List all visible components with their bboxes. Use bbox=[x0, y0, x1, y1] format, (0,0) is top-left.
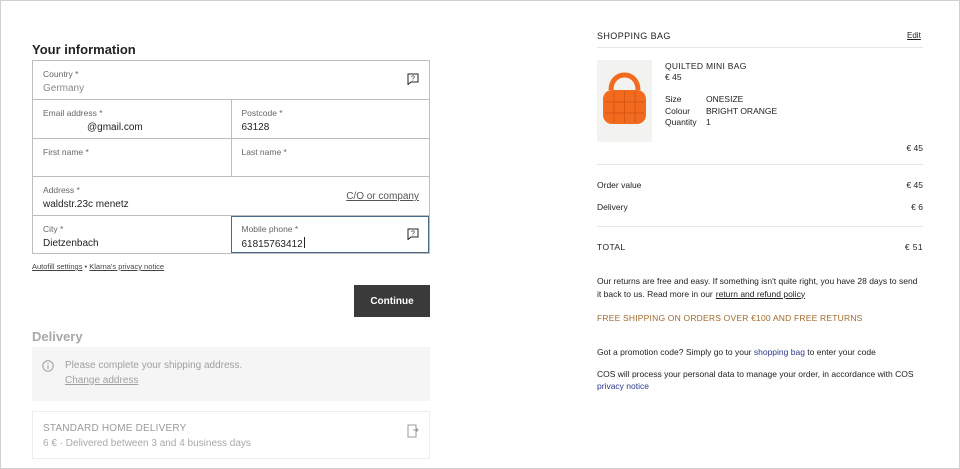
mobile-phone-value-wrap: 61815763412 bbox=[241, 236, 420, 252]
form-row-city-phone: City * Dietzenbach Mobile phone * 618157… bbox=[33, 214, 429, 253]
edit-bag-link[interactable]: Edit bbox=[907, 31, 921, 40]
last-name-label: Last name * bbox=[241, 146, 287, 157]
delivery-cost-label: Delivery bbox=[597, 202, 628, 212]
country-value: Germany bbox=[43, 83, 85, 94]
shopping-bag-link[interactable]: shopping bag bbox=[754, 347, 805, 357]
total-label: TOTAL bbox=[597, 242, 626, 252]
size-value: ONESIZE bbox=[706, 94, 744, 104]
promo-prefix: Got a promotion code? Simply go to your bbox=[597, 347, 754, 357]
divider bbox=[597, 226, 923, 227]
product-image bbox=[597, 60, 652, 142]
quantity-row: Quantity 1 bbox=[665, 117, 777, 129]
divider bbox=[597, 47, 923, 48]
colour-label: Colour bbox=[665, 105, 691, 116]
text-cursor bbox=[303, 236, 305, 248]
product-price: € 45 bbox=[665, 72, 682, 82]
size-label: Size bbox=[665, 94, 682, 104]
postcode-label: Postcode * bbox=[241, 108, 283, 119]
svg-text:?: ? bbox=[411, 230, 415, 237]
promo-suffix: to enter your code bbox=[804, 347, 876, 357]
form-row-country: Country * Germany ? bbox=[33, 61, 429, 99]
svg-text:?: ? bbox=[411, 76, 415, 83]
help-chat-icon[interactable]: ? bbox=[407, 73, 419, 85]
privacy-notice-link[interactable]: privacy notice bbox=[597, 381, 649, 391]
help-chat-icon[interactable]: ? bbox=[407, 228, 419, 240]
city-field[interactable]: City * Dietzenbach bbox=[33, 216, 231, 253]
quantity-label: Quantity bbox=[665, 117, 697, 127]
size-row: Size ONESIZE bbox=[665, 94, 777, 106]
product-name: QUILTED MINI BAG bbox=[665, 61, 747, 71]
delivery-note-box: Please complete your shipping address. C… bbox=[32, 347, 430, 401]
your-information-heading: Your information bbox=[32, 42, 136, 57]
order-value-amount: € 45 bbox=[906, 180, 923, 190]
co-company-link[interactable]: C/O or company bbox=[346, 191, 419, 202]
last-name-field[interactable]: Last name * bbox=[230, 138, 430, 177]
form-row-email-postcode: Email address * @gmail.com Postcode * 63… bbox=[33, 99, 430, 138]
delivery-heading: Delivery bbox=[32, 329, 83, 344]
country-field[interactable]: Country * Germany ? bbox=[33, 61, 429, 99]
order-value-label: Order value bbox=[597, 180, 642, 190]
mobile-phone-value: 61815763412 bbox=[241, 238, 303, 250]
info-icon bbox=[42, 360, 54, 372]
colour-value: BRIGHT ORANGE bbox=[706, 105, 778, 116]
form-row-names: First name * Last name * bbox=[33, 137, 430, 177]
privacy-info: COS will process your personal data to m… bbox=[597, 369, 923, 392]
delivery-note-text: Please complete your shipping address. bbox=[65, 360, 243, 371]
autofill-links: Autofill settings • Klarna's privacy not… bbox=[32, 262, 164, 271]
email-value: @gmail.com bbox=[87, 122, 143, 134]
total-row: TOTAL € 51 bbox=[597, 242, 923, 252]
return-policy-link[interactable]: return and refund policy bbox=[716, 289, 805, 299]
mobile-phone-label: Mobile phone * bbox=[241, 223, 299, 234]
postcode-field[interactable]: Postcode * 63128 bbox=[230, 100, 430, 138]
city-value: Dietzenbach bbox=[43, 237, 99, 249]
form-row-address: Address * waldstr.23c menetz C/O or comp… bbox=[33, 176, 429, 214]
country-label: Country * bbox=[43, 69, 79, 79]
autofill-settings-link[interactable]: Autofill settings bbox=[32, 262, 82, 271]
delivery-cost-row: Delivery € 6 bbox=[597, 202, 923, 212]
quilted-bag-image bbox=[603, 72, 646, 124]
change-address-link[interactable]: Change address bbox=[65, 375, 138, 386]
product-line-total: € 45 bbox=[906, 143, 923, 153]
shipping-option-name: STANDARD HOME DELIVERY bbox=[43, 423, 187, 434]
mobile-phone-field[interactable]: Mobile phone * 61815763412 ? bbox=[230, 215, 429, 253]
klarna-privacy-link[interactable]: Klarna's privacy notice bbox=[89, 262, 164, 271]
postcode-value: 63128 bbox=[241, 122, 270, 134]
order-value-row: Order value € 45 bbox=[597, 180, 923, 190]
first-name-field[interactable]: First name * bbox=[33, 139, 231, 176]
quantity-value: 1 bbox=[706, 117, 711, 127]
shopping-bag-heading: SHOPPING BAG bbox=[597, 31, 671, 41]
continue-button[interactable]: Continue bbox=[354, 285, 430, 317]
delivery-cost-amount: € 6 bbox=[911, 202, 923, 212]
first-name-label: First name * bbox=[43, 146, 89, 157]
email-field[interactable]: Email address * @gmail.com bbox=[33, 100, 231, 137]
address-field[interactable]: Address * waldstr.23c menetz C/O or comp… bbox=[33, 177, 429, 214]
city-label: City * bbox=[43, 223, 64, 234]
returns-info: Our returns are free and easy. If someth… bbox=[597, 275, 923, 300]
divider bbox=[597, 164, 923, 165]
privacy-prefix: COS will process your personal data to m… bbox=[597, 369, 914, 379]
product-attributes: Size ONESIZE Colour BRIGHT ORANGE Quantity… bbox=[665, 94, 777, 129]
standard-delivery-option[interactable]: STANDARD HOME DELIVERY 6 € · Delivered b… bbox=[32, 411, 430, 459]
free-shipping-banner: FREE SHIPPING ON ORDERS OVER €100 AND FR… bbox=[597, 313, 863, 323]
total-amount: € 51 bbox=[904, 242, 923, 252]
colour-row: Colour BRIGHT ORANGE bbox=[665, 106, 777, 118]
email-label: Email address * bbox=[43, 108, 103, 119]
shipping-option-description: 6 € · Delivered between 3 and 4 business… bbox=[43, 438, 251, 449]
home-delivery-icon bbox=[407, 424, 419, 438]
promo-code-info: Got a promotion code? Simply go to your … bbox=[597, 347, 876, 357]
address-form: Country * Germany ? Email address * @gma… bbox=[32, 60, 430, 254]
